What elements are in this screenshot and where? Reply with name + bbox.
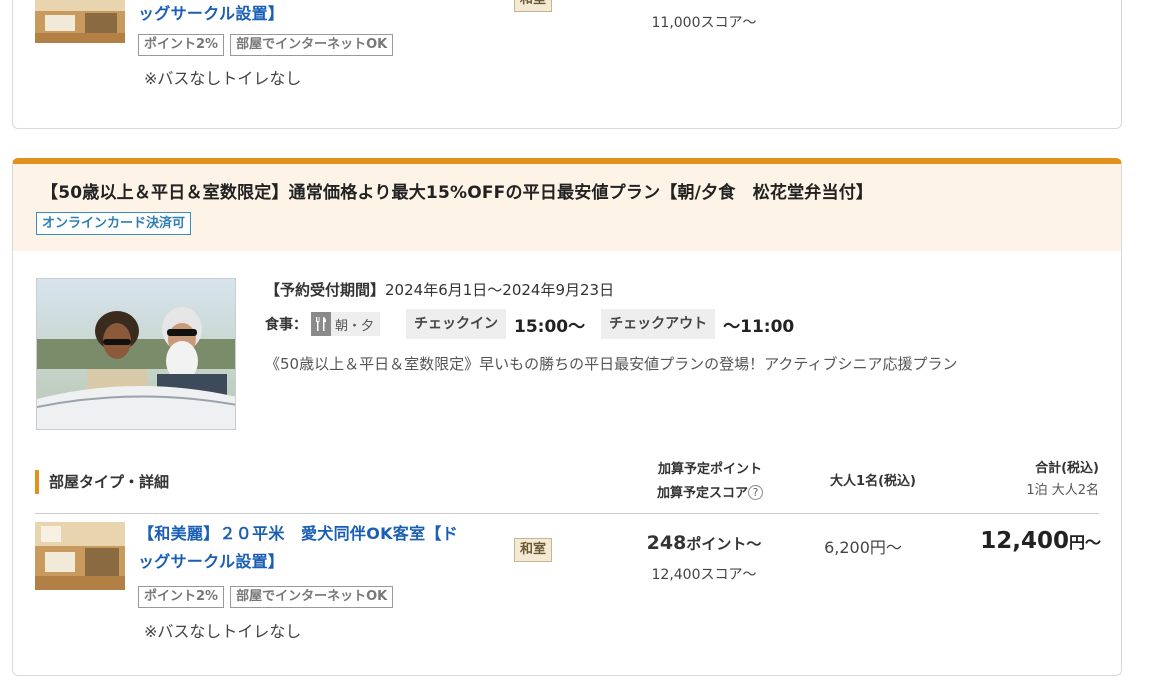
room-thumbnail[interactable] [35,0,125,43]
plan-title[interactable]: 【50歳以上＆平日＆室数限定】通常価格より最大15%OFFの平日最安値プラン【朝… [41,179,1099,207]
room-table-header: 部屋タイプ・詳細 加算予定ポイント 加算予定スコア? 大人1名(税込) 合計(税… [35,454,1099,514]
points-header: 加算予定ポイント [657,462,762,477]
score-value: 11,000スコア〜 [651,15,757,31]
checkout-label: チェックアウト [601,309,716,339]
section-accent-bar [35,470,39,494]
meal-value: 朝・夕 [335,318,375,334]
points-column-header: 加算予定ポイント 加算予定スコア? [635,458,785,506]
score-header: 加算予定スコア [656,486,748,501]
plan-card: 【50歳以上＆平日＆室数限定】通常価格より最大15%OFFの平日最安値プラン【朝… [12,158,1122,676]
room-type-section-label: 部屋タイプ・詳細 [49,473,170,491]
checkin-value: 15:00〜 [514,316,586,337]
room-type-badge: 和室 [514,538,552,562]
score-value: 12,400スコア〜 [651,567,757,583]
period-value: 2024年6月1日〜2024年9月23日 [385,281,615,299]
checkout-value: 〜11:00 [723,316,795,337]
tag-internet: 部屋でインターネットOK [230,586,394,608]
room-note: ※バスなしトイレなし [144,69,302,88]
plan-info: 【予約受付期間】2024年6月1日〜2024年9月23日 食事： 朝・夕 チェッ… [265,280,1105,374]
total-number: 12,400 [980,528,1069,554]
checkin-label: チェックイン [406,309,507,339]
tag-points: ポイント2% [138,34,225,56]
points-number: 248 [646,532,687,554]
period-label: 【予約受付期間】 [265,281,386,299]
meal-tag: 朝・夕 [311,312,381,336]
meal-label: 食事： [265,317,307,333]
meal-checkin-row: 食事： 朝・夕 チェックイン 15:00〜 チェックアウト 〜11:00 [265,309,1105,339]
room-name-line1[interactable]: 【和美麗】２０平米 愛犬同伴OK客室【ド [138,520,498,548]
total-unit: 円〜 [1068,533,1101,552]
total-price: 12,400円〜 [980,528,1101,554]
total-subheader: 1泊 大人2名 [1026,483,1099,498]
tag-points: ポイント2% [138,586,225,608]
plan-description: 《50歳以上＆平日＆室数限定》早いもの勝ちの平日最安値プランの登場！アクティブシ… [265,355,958,373]
tag-internet: 部屋でインターネットOK [230,34,394,56]
room-tags: ポイント2% 部屋でインターネットOK [138,34,394,56]
total-column-header: 合計(税込) 1泊 大人2名 [1026,458,1099,502]
help-icon[interactable]: ? [748,485,763,500]
room-name[interactable]: ッグサークル設置】 [138,0,498,28]
adult-price: 6,200円〜 [824,538,902,557]
room-tags: ポイント2% 部屋でインターネットOK [138,586,394,608]
room-thumbnail[interactable] [35,522,125,590]
plan-header: 【50歳以上＆平日＆室数限定】通常価格より最大15%OFFの平日最安値プラン【朝… [13,164,1121,251]
room-name-line2[interactable]: ッグサークル設置】 [138,548,498,576]
points-value: 248ポイント〜 [629,532,779,554]
online-payment-badge: オンラインカード決済可 [36,212,192,235]
total-header: 合計(税込) [1035,461,1099,476]
adult-price-header: 大人1名(税込) [830,474,916,489]
reservation-period: 【予約受付期間】2024年6月1日〜2024年9月23日 [265,280,1105,300]
room-type-badge: 和室 [514,0,552,12]
fork-knife-icon [311,312,331,336]
points-unit: ポイント〜 [686,535,762,553]
room-note: ※バスなしトイレなし [144,622,302,641]
plan-photo[interactable] [36,278,236,430]
previous-plan-card: ッグサークル設置】 和室 11,000スコア〜 ポイント2% 部屋でインターネッ… [12,0,1122,129]
room-name[interactable]: 【和美麗】２０平米 愛犬同伴OK客室【ド ッグサークル設置】 [138,520,498,576]
room-row: 【和美麗】２０平米 愛犬同伴OK客室【ド ッグサークル設置】 和室 ポイント2%… [13,520,1121,641]
